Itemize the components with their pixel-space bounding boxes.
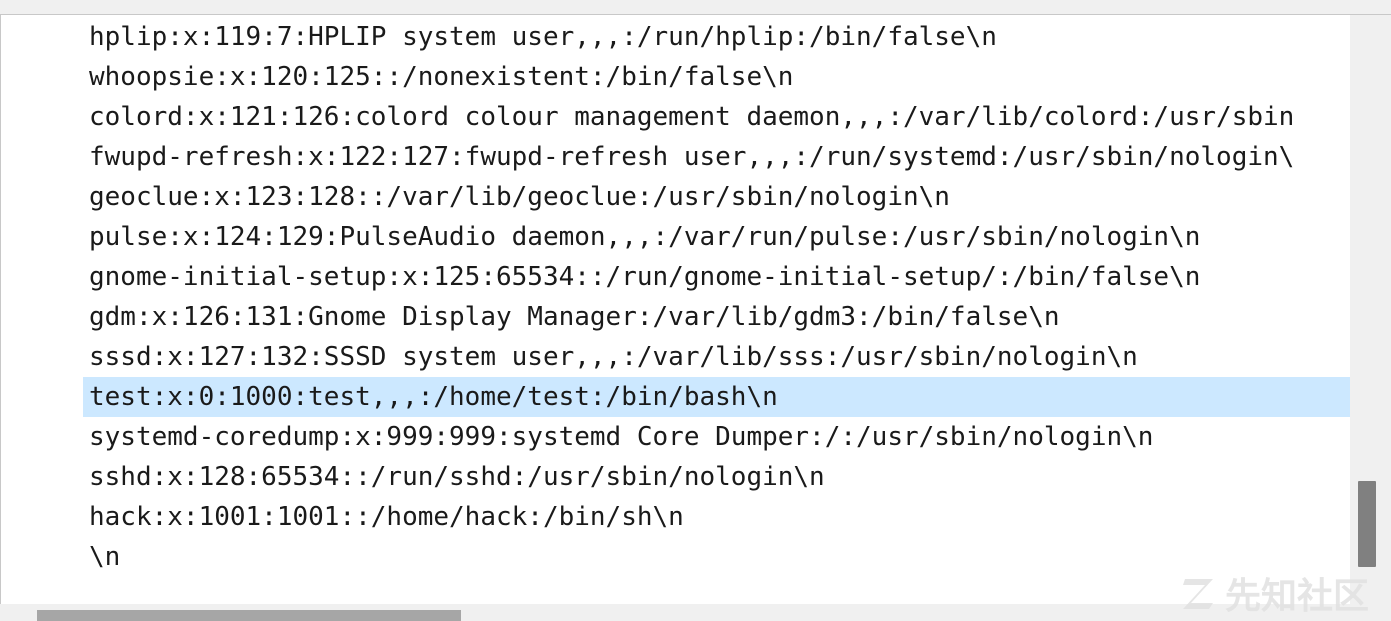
text-line[interactable]: \n bbox=[1, 537, 1351, 577]
text-line[interactable]: sssd:x:127:132:SSSD system user,,,:/var/… bbox=[1, 337, 1351, 377]
text-line[interactable]: hplip:x:119:7:HPLIP system user,,,:/run/… bbox=[1, 17, 1351, 57]
text-line[interactable]: hack:x:1001:1001::/home/hack:/bin/sh\n bbox=[1, 497, 1351, 537]
text-line[interactable]: whoopsie:x:120:125::/nonexistent:/bin/fa… bbox=[1, 57, 1351, 97]
vertical-scrollbar-thumb[interactable] bbox=[1358, 481, 1376, 567]
text-line[interactable]: gnome-initial-setup:x:125:65534::/run/gn… bbox=[1, 257, 1351, 297]
horizontal-scrollbar[interactable] bbox=[0, 604, 1391, 621]
text-line[interactable]: sshd:x:128:65534::/run/sshd:/usr/sbin/no… bbox=[1, 457, 1351, 497]
horizontal-scrollbar-thumb[interactable] bbox=[37, 610, 461, 621]
text-line[interactable]: fwupd-refresh:x:122:127:fwupd-refresh us… bbox=[1, 137, 1351, 177]
text-line[interactable]: geoclue:x:123:128::/var/lib/geoclue:/usr… bbox=[1, 177, 1351, 217]
text-line[interactable]: pulse:x:124:129:PulseAudio daemon,,,:/va… bbox=[1, 217, 1351, 257]
selected-text-line[interactable]: test:x:0:1000:test,,,:/home/test:/bin/ba… bbox=[83, 377, 1351, 417]
vertical-scrollbar[interactable] bbox=[1350, 15, 1391, 604]
text-editor-area[interactable]: hplip:x:119:7:HPLIP system user,,,:/run/… bbox=[0, 15, 1351, 604]
top-toolbar-strip bbox=[0, 0, 1391, 15]
text-line[interactable]: systemd-coredump:x:999:999:systemd Core … bbox=[1, 417, 1351, 457]
editor-window: hplip:x:119:7:HPLIP system user,,,:/run/… bbox=[0, 0, 1391, 621]
text-line[interactable]: colord:x:121:126:colord colour managemen… bbox=[1, 97, 1351, 137]
text-line[interactable]: gdm:x:126:131:Gnome Display Manager:/var… bbox=[1, 297, 1351, 337]
